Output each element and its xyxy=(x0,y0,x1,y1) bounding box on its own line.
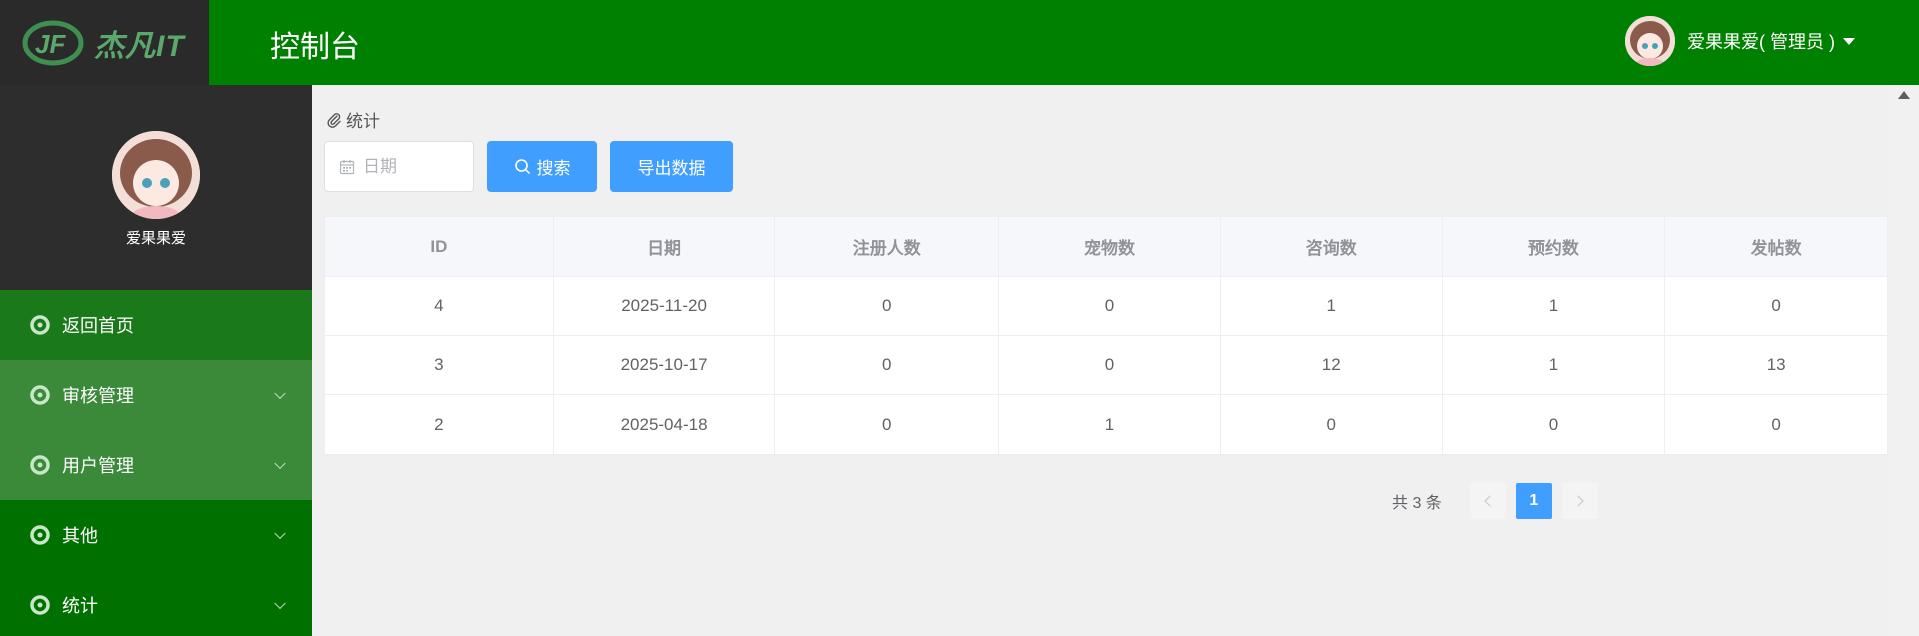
chevron-left-icon xyxy=(1484,495,1496,507)
chevron-down-icon xyxy=(274,457,286,470)
column-header[interactable]: 发帖数 xyxy=(1665,217,1887,276)
user-label: 爱果果爱( 管理员 ) xyxy=(1687,32,1835,52)
chevron-down-icon xyxy=(274,597,286,610)
table-cell: 0 xyxy=(775,395,1000,454)
breadcrumb-label: 统计 xyxy=(346,112,380,131)
page-title: 控制台 xyxy=(270,31,360,64)
table-cell: 0 xyxy=(1221,395,1443,454)
table-cell: 2 xyxy=(325,395,554,454)
column-header[interactable]: 咨询数 xyxy=(1221,217,1443,276)
sidebar-item-label: 其他 xyxy=(62,526,98,546)
table-cell: 3 xyxy=(325,336,554,394)
table-cell: 0 xyxy=(775,277,1000,335)
column-header[interactable]: 注册人数 xyxy=(775,217,1000,276)
table-cell: 0 xyxy=(1443,395,1666,454)
chevron-down-icon xyxy=(274,527,286,540)
table-cell: 0 xyxy=(999,336,1221,394)
main-content: 统计 搜索 导出数据 ID 日期 注册人数 宠物数 咨询 xyxy=(312,85,1888,636)
table-cell: 2025-10-17 xyxy=(554,336,776,394)
table-cell: 2025-04-18 xyxy=(554,395,776,454)
sidebar-item-other[interactable]: 其他 xyxy=(0,500,312,570)
search-icon xyxy=(514,159,530,174)
table-header-row: ID 日期 注册人数 宠物数 咨询数 预约数 发帖数 xyxy=(325,217,1887,277)
nav-circle-icon xyxy=(30,315,50,335)
sidebar-item-home[interactable]: 返回首页 xyxy=(0,290,312,360)
sidebar-item-review[interactable]: 审核管理 xyxy=(0,360,312,430)
logo-mark-icon: JF xyxy=(22,20,84,65)
date-picker[interactable] xyxy=(324,141,474,192)
profile-name: 爱果果爱 xyxy=(125,230,186,247)
prev-page-button[interactable] xyxy=(1469,483,1506,519)
sidebar: 爱果果爱 返回首页 审核管理 用户管理 其他 统计 xyxy=(0,85,312,636)
sidebar-profile: 爱果果爱 xyxy=(0,85,312,290)
table-cell: 0 xyxy=(1771,414,1781,434)
table-cell: 4 xyxy=(325,277,554,335)
column-header[interactable]: 日期 xyxy=(554,217,776,276)
pagination-total: 共 3 条 xyxy=(1392,495,1442,512)
avatar xyxy=(1625,16,1675,66)
profile-avatar xyxy=(112,131,200,219)
table-cell: 2025-11-20 xyxy=(554,277,776,335)
nav-circle-icon xyxy=(30,525,50,545)
table-cell: 1 xyxy=(1443,277,1666,335)
caret-down-icon xyxy=(1843,37,1855,45)
search-button-label: 搜索 xyxy=(536,159,571,178)
page-number-button[interactable]: 1 xyxy=(1515,483,1552,519)
table-cell: 13 xyxy=(1766,355,1786,374)
scroll-up-arrow-icon[interactable] xyxy=(1898,91,1910,99)
breadcrumb: 统计 xyxy=(326,107,380,132)
table-cell: 1 xyxy=(1221,277,1443,335)
nav-circle-icon xyxy=(30,595,50,615)
paperclip-icon xyxy=(327,112,341,128)
sidebar-item-label: 返回首页 xyxy=(62,316,134,336)
table-row[interactable]: 4 2025-11-20 0 0 1 1 0 xyxy=(325,277,1887,336)
top-bar: JF 杰凡IT 控制台 爱果果爱( 管理员 ) xyxy=(0,0,1919,85)
next-page-button[interactable] xyxy=(1561,483,1598,519)
date-input[interactable] xyxy=(363,156,463,177)
scrollbar[interactable] xyxy=(1888,85,1919,636)
svg-text:JF: JF xyxy=(35,29,66,59)
table-cell: 0 xyxy=(1771,296,1781,315)
table-cell: 0 xyxy=(775,336,1000,394)
table-cell: 0 xyxy=(999,277,1221,335)
search-button[interactable]: 搜索 xyxy=(487,141,597,192)
sidebar-item-users[interactable]: 用户管理 xyxy=(0,430,312,500)
nav-circle-icon xyxy=(30,385,50,405)
export-button[interactable]: 导出数据 xyxy=(610,141,733,192)
stats-table: ID 日期 注册人数 宠物数 咨询数 预约数 发帖数 4 2025-11-20 … xyxy=(324,216,1888,455)
logo-text: 杰凡IT xyxy=(94,29,185,63)
table-cell: 1 xyxy=(999,395,1221,454)
sidebar-item-stats[interactable]: 统计 xyxy=(0,570,312,636)
chevron-right-icon xyxy=(1572,495,1584,507)
table-cell: 1 xyxy=(1443,336,1666,394)
table-row[interactable]: 3 2025-10-17 0 0 12 1 13 xyxy=(325,336,1887,395)
table-row[interactable]: 2 2025-04-18 0 1 0 0 0 xyxy=(325,395,1887,454)
calendar-icon xyxy=(339,159,355,174)
user-menu[interactable]: 爱果果爱( 管理员 ) xyxy=(1625,16,1855,66)
table-cell: 12 xyxy=(1221,336,1443,394)
sidebar-item-label: 统计 xyxy=(62,596,98,616)
sidebar-item-label: 审核管理 xyxy=(62,386,134,406)
pagination: 共 3 条 1 xyxy=(1392,483,1598,519)
column-header[interactable]: ID xyxy=(325,217,554,276)
export-button-label: 导出数据 xyxy=(637,159,706,178)
logo[interactable]: JF 杰凡IT xyxy=(0,0,209,85)
sidebar-item-label: 用户管理 xyxy=(62,456,134,476)
column-header[interactable]: 宠物数 xyxy=(999,217,1221,276)
nav-circle-icon xyxy=(30,455,50,475)
column-header[interactable]: 预约数 xyxy=(1443,217,1666,276)
chevron-down-icon xyxy=(274,387,286,400)
